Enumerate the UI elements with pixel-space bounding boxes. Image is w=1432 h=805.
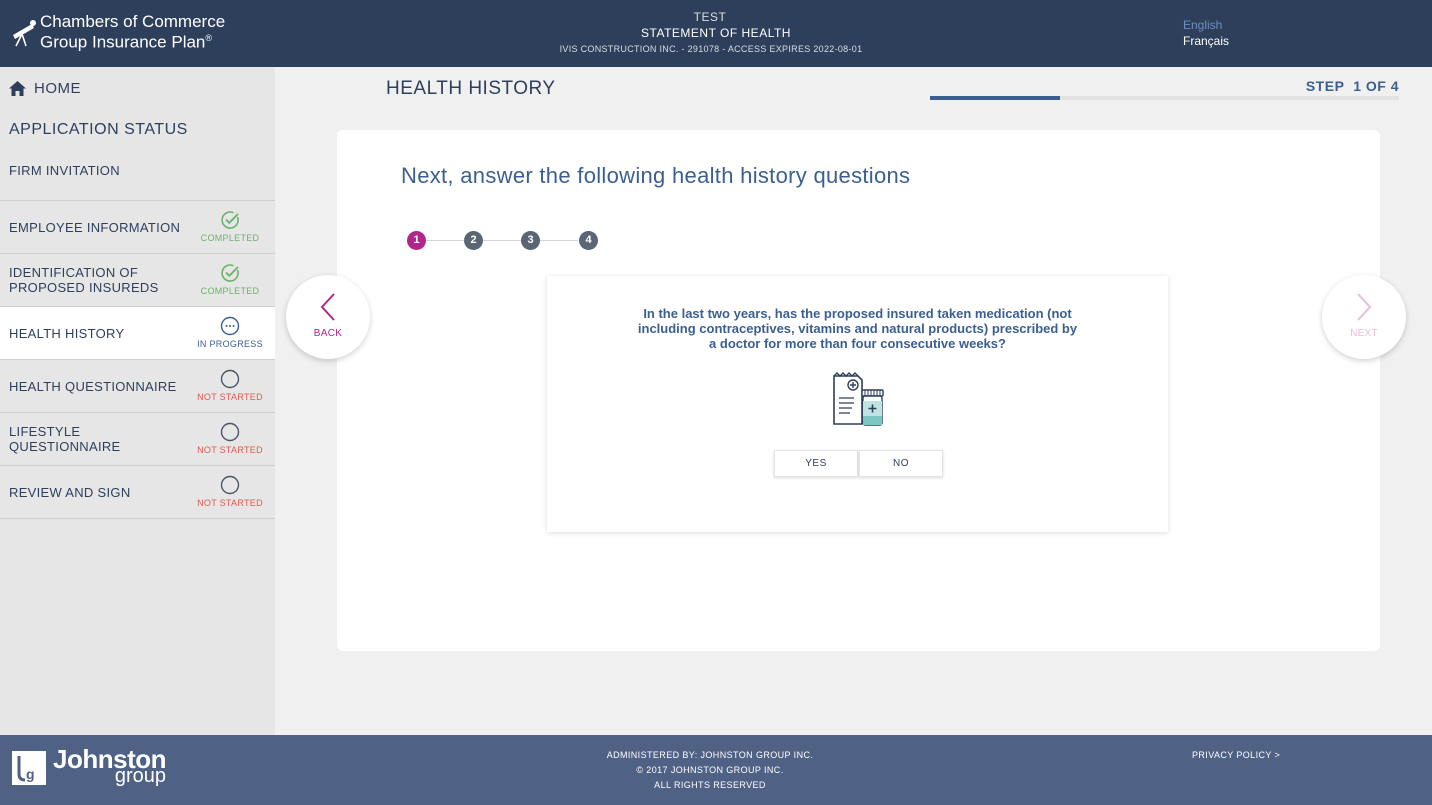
status-badge: NOT STARTED bbox=[195, 422, 265, 455]
empty-circle-icon bbox=[220, 475, 240, 495]
status-label: COMPLETED bbox=[200, 233, 260, 243]
question-card: In the last two years, has the proposed … bbox=[547, 276, 1168, 532]
sidebar-item-firm-invitation[interactable]: FIRM INVITATION bbox=[9, 163, 120, 178]
sub-step-4: 4 bbox=[579, 231, 598, 250]
answer-no-button[interactable]: NO bbox=[859, 450, 943, 477]
step-label: STEP bbox=[1305, 78, 1345, 94]
stepper-connector bbox=[426, 240, 464, 241]
app-footer: g Johnston group ADMINISTERED BY: JOHNST… bbox=[0, 735, 1432, 805]
check-circle-icon bbox=[221, 211, 239, 229]
status-label: NOT STARTED bbox=[197, 392, 263, 402]
sidebar-item-label: LIFESTYLE QUESTIONNAIRE bbox=[9, 424, 121, 454]
status-badge: NOT STARTED bbox=[195, 369, 265, 402]
home-icon bbox=[9, 81, 26, 96]
sub-step-indicator: 1 2 3 4 bbox=[407, 231, 599, 250]
rights-reserved: ALL RIGHTS RESERVED bbox=[654, 780, 766, 790]
empty-circle-icon bbox=[220, 369, 240, 389]
question-text: In the last two years, has the proposed … bbox=[637, 306, 1078, 351]
status-label: NOT STARTED bbox=[197, 445, 263, 455]
sidebar-item-health-history[interactable]: HEALTH HISTORY IN PROGRESS bbox=[0, 307, 275, 360]
prescription-medication-icon bbox=[833, 372, 884, 426]
question-panel-title: Next, answer the following health histor… bbox=[401, 163, 911, 188]
sidebar-item-employee-information[interactable]: EMPLOYEE INFORMATION COMPLETED bbox=[0, 201, 275, 254]
back-button[interactable]: BACK bbox=[286, 275, 370, 359]
sidebar-item-review-and-sign[interactable]: REVIEW AND SIGN NOT STARTED bbox=[0, 466, 275, 519]
sub-step-2: 2 bbox=[464, 231, 483, 250]
status-badge: COMPLETED bbox=[195, 263, 265, 296]
step-value: 1 OF 4 bbox=[1353, 78, 1399, 94]
status-label: COMPLETED bbox=[200, 286, 260, 296]
sidebar: HOME APPLICATION STATUS FIRM INVITATION … bbox=[0, 67, 275, 735]
status-label: IN PROGRESS bbox=[197, 339, 263, 349]
status-badge: IN PROGRESS bbox=[195, 316, 265, 349]
answer-yes-button[interactable]: YES bbox=[774, 450, 858, 477]
sidebar-item-label: HEALTH HISTORY bbox=[9, 325, 125, 341]
status-badge: NOT STARTED bbox=[195, 475, 265, 508]
sidebar-section-list: EMPLOYEE INFORMATION COMPLETED IDENTIFIC… bbox=[0, 200, 275, 519]
next-label: NEXT bbox=[1350, 328, 1378, 339]
app-header: Chambers of Commerce Group Insurance Pla… bbox=[0, 0, 1432, 67]
application-status-heading: APPLICATION STATUS bbox=[9, 121, 188, 138]
copyright: © 2017 JOHNSTON GROUP INC. bbox=[636, 765, 784, 775]
status-badge: COMPLETED bbox=[195, 210, 265, 243]
stepper-connector bbox=[540, 240, 578, 241]
sub-step-3: 3 bbox=[521, 231, 540, 250]
chevron-left-icon bbox=[320, 293, 335, 321]
answer-options: YES NO bbox=[774, 450, 943, 477]
sidebar-item-label: EMPLOYEE INFORMATION bbox=[9, 219, 181, 235]
sidebar-item-lifestyle-questionnaire[interactable]: LIFESTYLE QUESTIONNAIRE NOT STARTED bbox=[0, 413, 275, 466]
home-label: HOME bbox=[34, 80, 81, 97]
section-title: HEALTH HISTORY bbox=[386, 78, 556, 99]
privacy-policy-link[interactable]: PRIVACY POLICY > bbox=[1192, 748, 1280, 763]
next-button[interactable]: NEXT bbox=[1322, 275, 1406, 359]
sidebar-item-label: IDENTIFICATION OF PROPOSED INSUREDS bbox=[9, 265, 159, 295]
sub-step-1: 1 bbox=[407, 231, 426, 250]
sidebar-home-link[interactable]: HOME bbox=[9, 80, 81, 97]
sidebar-item-label: HEALTH QUESTIONNAIRE bbox=[9, 378, 177, 394]
status-label: NOT STARTED bbox=[197, 498, 263, 508]
step-progress-bar bbox=[930, 96, 1399, 100]
back-label: BACK bbox=[313, 328, 343, 339]
step-progress-fill bbox=[930, 96, 1060, 100]
stepper-connector bbox=[483, 240, 521, 241]
language-english[interactable]: English bbox=[1183, 17, 1229, 33]
sidebar-item-health-questionnaire[interactable]: HEALTH QUESTIONNAIRE NOT STARTED bbox=[0, 360, 275, 413]
chevron-right-icon bbox=[1357, 293, 1372, 321]
language-french[interactable]: Français bbox=[1183, 33, 1229, 49]
ellipsis-circle-icon bbox=[220, 316, 240, 336]
sidebar-item-identification-of-proposed-insureds[interactable]: IDENTIFICATION OF PROPOSED INSUREDS COMP… bbox=[0, 254, 275, 307]
sidebar-item-label: REVIEW AND SIGN bbox=[9, 484, 131, 500]
language-switcher: English Français bbox=[1183, 17, 1229, 49]
check-circle-icon bbox=[221, 264, 239, 282]
empty-circle-icon bbox=[220, 422, 240, 442]
step-indicator: STEP 1 OF 4 bbox=[1300, 78, 1399, 94]
